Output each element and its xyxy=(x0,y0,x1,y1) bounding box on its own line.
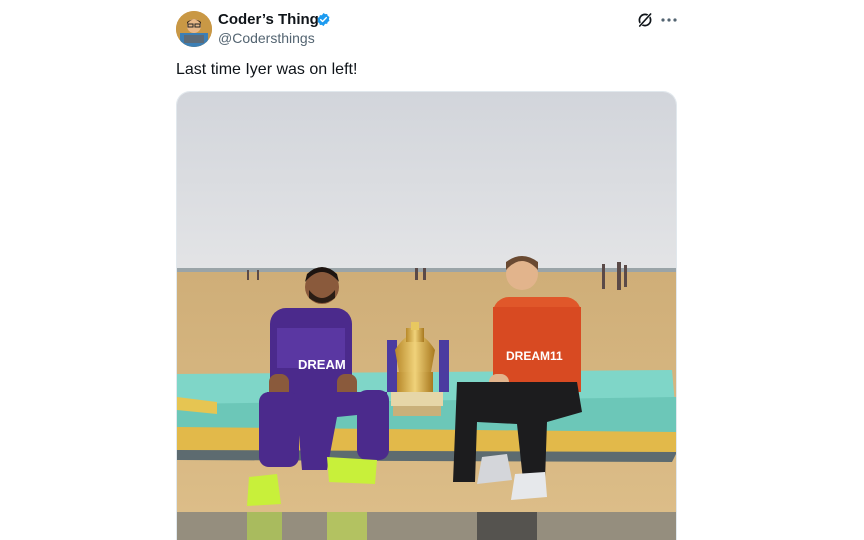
avatar-illustration-icon xyxy=(176,11,212,47)
author-display-name[interactable]: Coder’s Things xyxy=(218,11,327,29)
photo-captains-with-trophy: DREAM DREAM11 xyxy=(177,92,676,540)
author-avatar[interactable] xyxy=(176,11,212,47)
more-dots-icon[interactable] xyxy=(660,12,678,28)
grok-icon[interactable] xyxy=(636,11,654,29)
author-handle[interactable]: @Codersthings xyxy=(218,30,315,47)
verified-badge-icon xyxy=(317,12,330,27)
tweet-card[interactable]: Coder’s Things @Codersthings Last time I… xyxy=(0,0,864,540)
tweet-text: Last time Iyer was on left! xyxy=(176,61,358,78)
left-jersey-text: DREAM xyxy=(298,357,346,372)
sky xyxy=(177,92,676,272)
right-jersey-text: DREAM11 xyxy=(506,349,563,363)
tweet-media-photo[interactable]: DREAM DREAM11 xyxy=(176,91,677,540)
